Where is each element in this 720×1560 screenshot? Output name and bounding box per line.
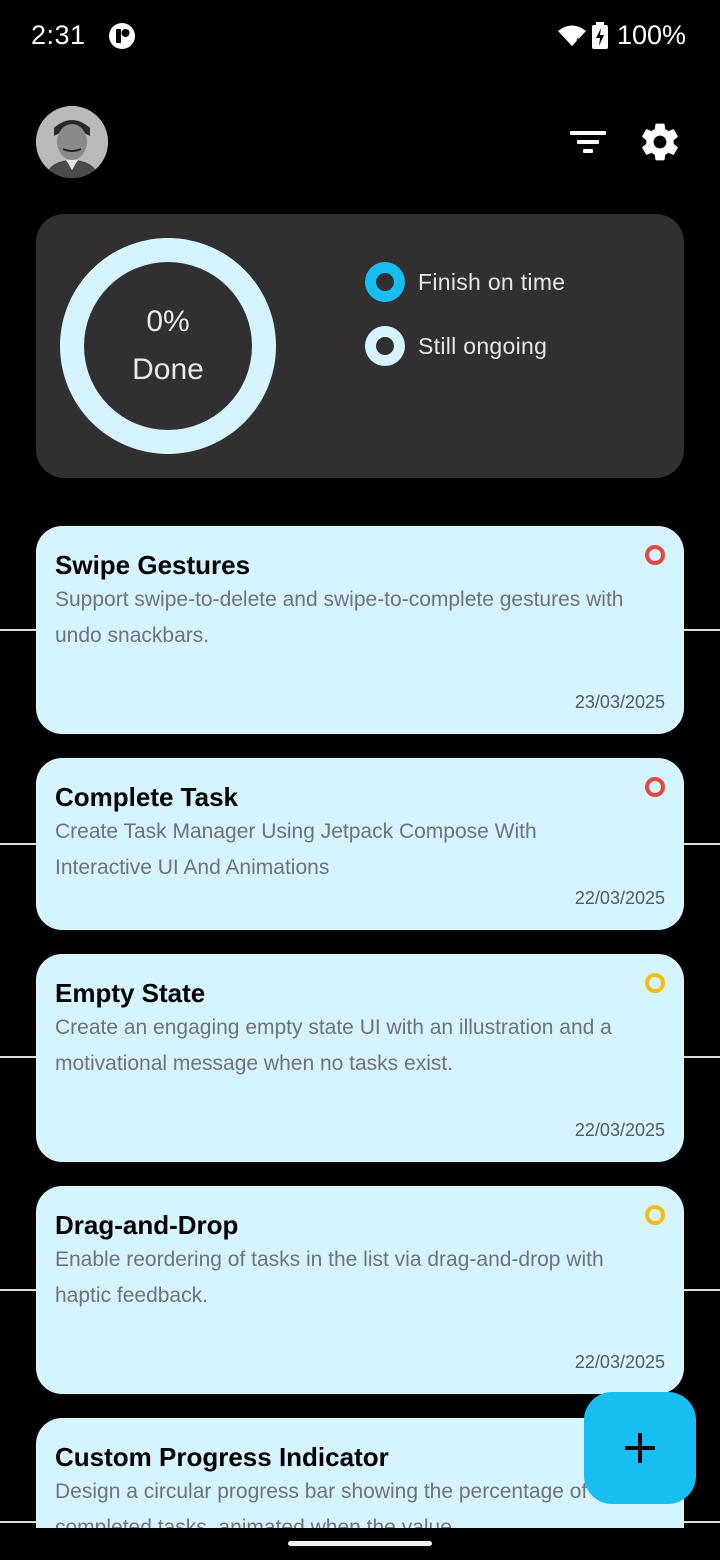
task-description: Create an engaging empty state UI with a… bbox=[55, 1016, 612, 1075]
filter-icon bbox=[570, 131, 606, 153]
legend-still-ongoing: Still ongoing bbox=[365, 326, 547, 366]
task-date: 22/03/2025 bbox=[574, 888, 665, 908]
user-avatar-icon bbox=[36, 106, 108, 178]
task-title: Complete Task bbox=[55, 782, 239, 812]
task-description: Support swipe-to-delete and swipe-to-com… bbox=[55, 588, 624, 647]
task-description: Design a circular progress bar showing t… bbox=[55, 1480, 588, 1528]
task-card[interactable]: Empty State Create an engaging empty sta… bbox=[36, 954, 684, 1162]
plus-icon bbox=[625, 1433, 655, 1463]
svg-text:5: 5 bbox=[576, 37, 582, 48]
progress-percent: 0% bbox=[146, 305, 190, 338]
progress-label: Done bbox=[132, 353, 204, 386]
task-title: Custom Progress Indicator bbox=[55, 1442, 389, 1472]
legend-dot-finish-on-time-icon bbox=[365, 262, 405, 302]
task-card[interactable]: Complete Task Create Task Manager Using … bbox=[36, 758, 684, 930]
avatar[interactable] bbox=[36, 106, 108, 178]
priority-dot-icon bbox=[645, 1205, 665, 1225]
battery-charging-icon bbox=[591, 21, 608, 49]
status-bar: 2:31 5 100% bbox=[0, 0, 720, 72]
legend-dot-still-ongoing-icon bbox=[365, 326, 405, 366]
task-card[interactable]: Swipe Gestures Support swipe-to-delete a… bbox=[36, 526, 684, 734]
legend-label: Still ongoing bbox=[418, 332, 548, 359]
wifi-icon: 5 bbox=[557, 25, 586, 48]
progress-ring: 0% Done bbox=[60, 238, 276, 454]
task-title: Swipe Gestures bbox=[55, 550, 251, 580]
gear-icon bbox=[642, 123, 678, 161]
task-title: Empty State bbox=[55, 978, 206, 1008]
progress-ring-center: 0% Done bbox=[84, 262, 252, 430]
task-date: 23/03/2025 bbox=[574, 692, 665, 712]
legend-finish-on-time: Finish on time bbox=[365, 262, 565, 302]
task-title: Drag-and-Drop bbox=[55, 1210, 239, 1240]
filter-button[interactable] bbox=[566, 120, 610, 164]
battery-percent: 100% bbox=[616, 20, 686, 50]
priority-dot-icon bbox=[645, 777, 665, 797]
task-date: 22/03/2025 bbox=[574, 1120, 665, 1140]
gesture-nav-handle[interactable] bbox=[288, 1541, 432, 1546]
status-icons: 5 100% bbox=[557, 20, 686, 51]
notification-app-icon bbox=[109, 23, 135, 49]
priority-dot-icon bbox=[645, 545, 665, 565]
add-task-button[interactable] bbox=[584, 1392, 696, 1504]
legend-label: Finish on time bbox=[418, 268, 566, 295]
task-date: 22/03/2025 bbox=[574, 1352, 665, 1372]
task-card[interactable]: Drag-and-Drop Enable reordering of tasks… bbox=[36, 1186, 684, 1394]
settings-button[interactable] bbox=[636, 118, 684, 166]
status-time: 2:31 bbox=[31, 20, 86, 50]
task-description: Enable reordering of tasks in the list v… bbox=[55, 1248, 604, 1307]
priority-dot-icon bbox=[645, 973, 665, 993]
task-description: Create Task Manager Using Jetpack Compos… bbox=[55, 820, 543, 879]
